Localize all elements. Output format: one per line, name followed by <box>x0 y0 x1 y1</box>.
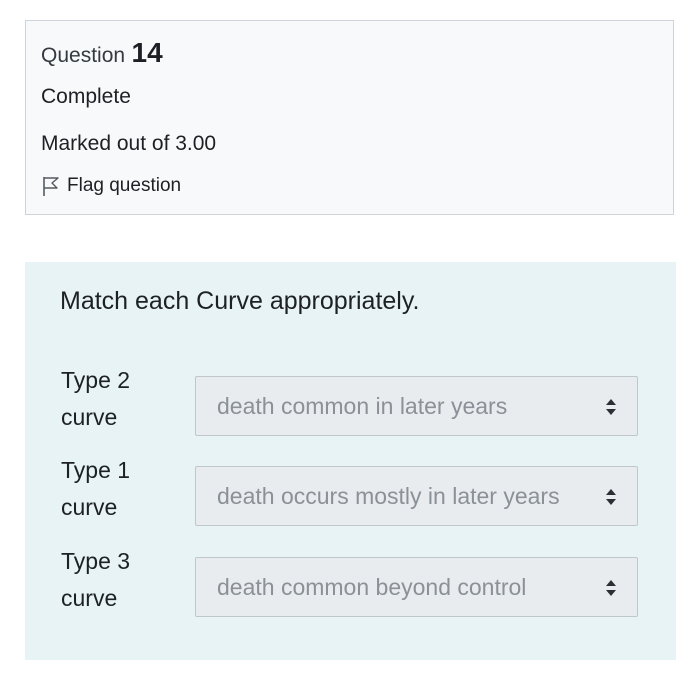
up-down-arrows-icon <box>606 399 616 415</box>
question-text: Match each Curve appropriately. <box>60 287 420 315</box>
match-row: Type 1 curve death occurs mostly in late… <box>25 452 676 532</box>
up-down-arrows-icon <box>606 489 616 505</box>
match-row: Type 2 curve death common in later years <box>25 362 676 442</box>
select-value: death common in later years <box>217 393 508 419</box>
question-grade: Marked out of 3.00 <box>41 132 217 155</box>
question-content-panel: Match each Curve appropriately. Type 2 c… <box>25 262 676 660</box>
match-row: Type 3 curve death common beyond control <box>25 543 676 623</box>
match-row-label: Type 3 curve <box>61 548 131 611</box>
match-answer-select[interactable]: death common beyond control <box>195 557 638 617</box>
flag-outline-icon <box>43 177 59 196</box>
question-info-panel: Question 14 Complete Marked out of 3.00 … <box>25 20 674 215</box>
match-row-label: Type 1 curve <box>61 457 131 520</box>
flag-question-button[interactable]: Flag question <box>41 175 181 197</box>
match-row-label: Type 2 curve <box>61 367 131 430</box>
question-label: Question <box>41 44 126 67</box>
question-number: 14 <box>131 37 163 68</box>
question-heading: Question 14 <box>41 37 163 69</box>
match-answer-select[interactable]: death occurs mostly in later years <box>195 466 638 526</box>
up-down-arrows-icon <box>606 580 616 596</box>
select-value: death common beyond control <box>217 574 527 600</box>
flag-question-label: Flag question <box>67 175 182 196</box>
question-state: Complete <box>41 85 131 108</box>
match-answer-select[interactable]: death common in later years <box>195 376 638 436</box>
select-value: death occurs mostly in later years <box>217 483 560 509</box>
